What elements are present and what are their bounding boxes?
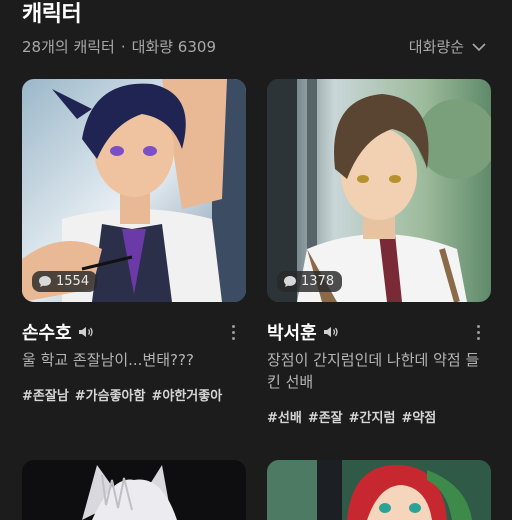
tag-item[interactable]: #가슴좋아함 bbox=[75, 385, 146, 404]
chat-bubble-icon bbox=[284, 276, 296, 287]
chat-count: 1378 bbox=[301, 274, 335, 289]
tag-item[interactable]: #야한거좋아 bbox=[151, 385, 222, 404]
more-options-icon[interactable] bbox=[471, 321, 485, 343]
character-image bbox=[267, 460, 491, 520]
chat-count-badge: 1378 bbox=[277, 271, 343, 292]
character-count: 28개의 캐릭터 bbox=[22, 38, 115, 56]
character-thumbnail[interactable]: 1378 bbox=[267, 79, 491, 302]
section-title: 캐릭터 bbox=[22, 2, 82, 27]
character-meta: 28개의 캐릭터 · 대화량 6309 bbox=[22, 36, 216, 57]
tag-item[interactable]: #존잘 bbox=[308, 407, 343, 426]
character-image bbox=[22, 79, 246, 302]
tag-item[interactable]: #약점 bbox=[401, 407, 436, 426]
chat-bubble-icon bbox=[39, 276, 51, 287]
character-image bbox=[22, 460, 246, 520]
chat-count-badge: 1554 bbox=[32, 271, 98, 292]
sort-label: 대화량순 bbox=[408, 38, 464, 56]
character-image bbox=[267, 79, 491, 302]
sort-dropdown[interactable]: 대화량순 bbox=[409, 36, 486, 57]
tag-list: #존잘남 #가슴좋아함 #야한거좋아 bbox=[22, 385, 252, 404]
character-card[interactable] bbox=[267, 460, 491, 520]
meta-separator: · bbox=[120, 37, 126, 56]
character-card[interactable]: 1554 손수호 울 학교 존잘남이...변태??? #존잘남 #가슴좋아함 #… bbox=[22, 79, 246, 404]
character-card[interactable] bbox=[22, 460, 246, 520]
character-thumbnail[interactable] bbox=[267, 460, 491, 520]
character-thumbnail[interactable] bbox=[22, 460, 246, 520]
chat-total: 대화량 6309 bbox=[131, 38, 216, 56]
character-description: 장점이 간지럼인데 나한데 약점 들킨 선배 bbox=[267, 351, 480, 391]
character-name[interactable]: 손수호 bbox=[22, 319, 72, 345]
tag-item[interactable]: #존잘남 bbox=[22, 385, 69, 404]
chat-count: 1554 bbox=[56, 274, 90, 289]
tag-item[interactable]: #간지럼 bbox=[349, 407, 396, 426]
more-options-icon[interactable] bbox=[226, 321, 240, 343]
tag-list: #선배 #존잘 #간지럼 #약점 bbox=[267, 407, 497, 426]
speaker-icon[interactable] bbox=[78, 325, 96, 339]
card-name-row: 박서훈 bbox=[267, 319, 491, 345]
character-thumbnail[interactable]: 1554 bbox=[22, 79, 246, 302]
character-card[interactable]: 1378 박서훈 장점이 간지럼인데 나한데 약점 들킨 선배 #선배 #존잘 … bbox=[267, 79, 491, 426]
speaker-icon[interactable] bbox=[323, 325, 341, 339]
card-name-row: 손수호 bbox=[22, 319, 246, 345]
character-description: 울 학교 존잘남이...변태??? bbox=[22, 351, 194, 369]
tag-item[interactable]: #선배 bbox=[267, 407, 302, 426]
chevron-down-icon bbox=[472, 42, 486, 51]
character-name[interactable]: 박서훈 bbox=[267, 319, 317, 345]
